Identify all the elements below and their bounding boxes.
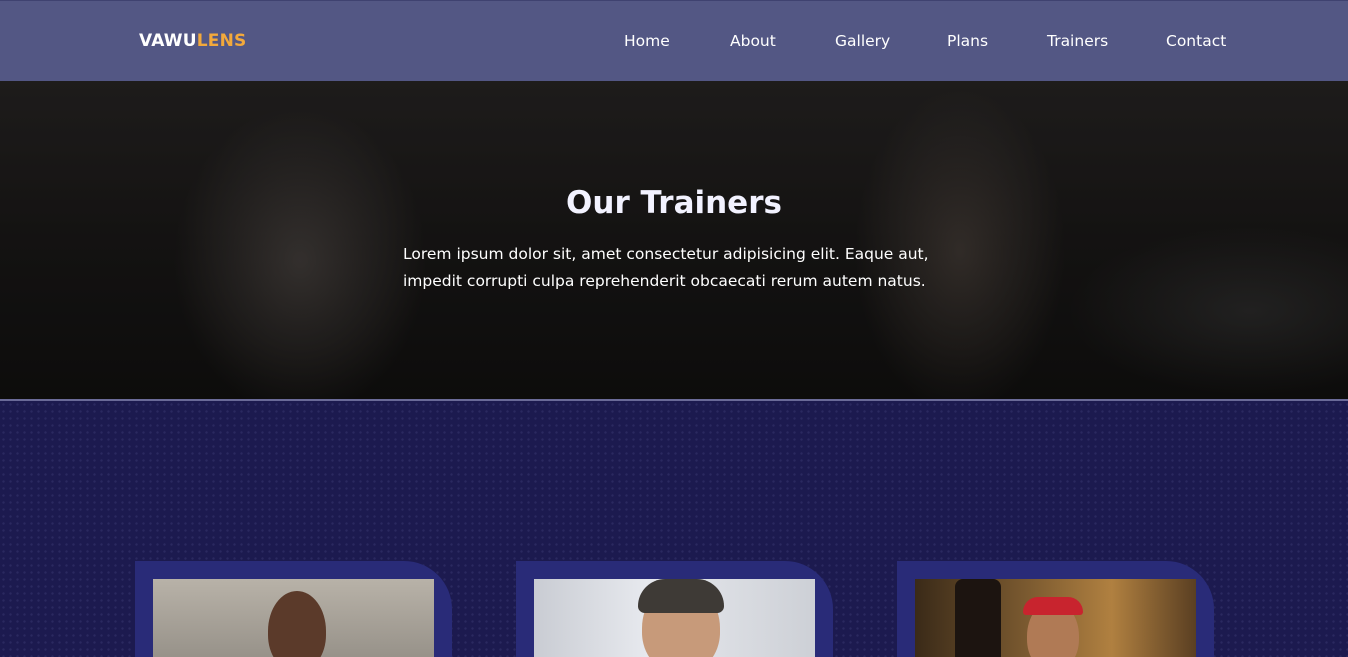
nav-gallery-link[interactable]: Gallery bbox=[835, 32, 890, 50]
hero-banner: Our Trainers Lorem ipsum dolor sit, amet… bbox=[0, 81, 1348, 399]
trainer-face bbox=[268, 591, 326, 657]
hero-title: Our Trainers bbox=[566, 185, 782, 221]
trainer-hair bbox=[638, 579, 724, 613]
trainers-section bbox=[0, 401, 1348, 657]
nav-home-link[interactable]: Home bbox=[624, 32, 670, 50]
hero-background-image bbox=[0, 81, 1348, 399]
punching-bag bbox=[955, 579, 1001, 657]
trainer-card bbox=[135, 561, 452, 657]
nav-plans-link[interactable]: Plans bbox=[947, 32, 988, 50]
trainer-card bbox=[897, 561, 1214, 657]
trainer-photo bbox=[534, 579, 815, 657]
nav-contact-link[interactable]: Contact bbox=[1166, 32, 1226, 50]
trainer-photo bbox=[153, 579, 434, 657]
hero-description: Lorem ipsum dolor sit, amet consectetur … bbox=[403, 245, 929, 290]
nav-about-link[interactable]: About bbox=[730, 32, 776, 50]
trainer-bandana bbox=[1023, 597, 1083, 615]
nav-menu: Home About Gallery Plans Trainers Contac… bbox=[0, 32, 1348, 52]
trainer-card bbox=[516, 561, 833, 657]
nav-trainers-link[interactable]: Trainers bbox=[1047, 32, 1108, 50]
trainer-photo bbox=[915, 579, 1196, 657]
navbar: VAWULENS Home About Gallery Plans Traine… bbox=[0, 0, 1348, 81]
